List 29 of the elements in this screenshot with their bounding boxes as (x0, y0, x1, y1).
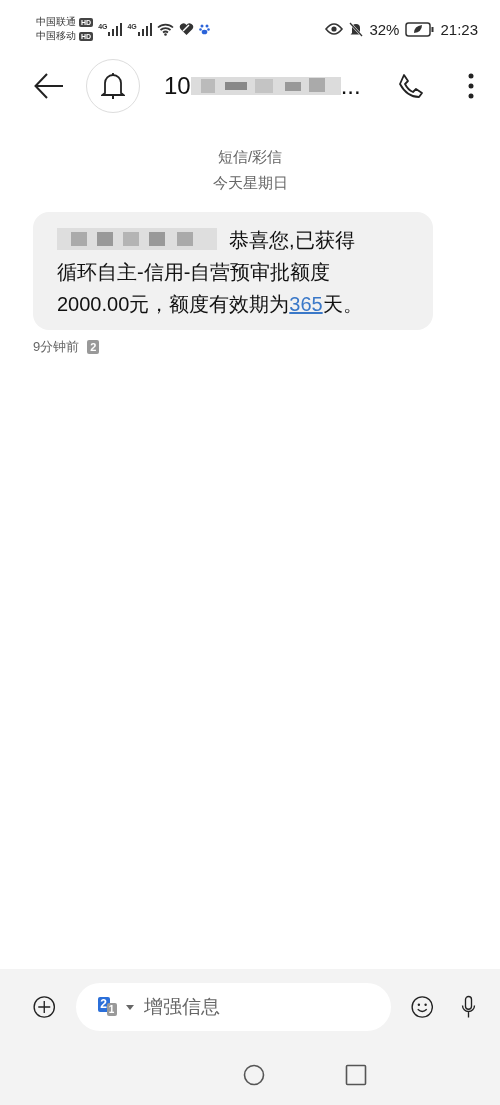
caret-icon (125, 1004, 134, 1010)
bell-icon (101, 72, 125, 100)
eye-icon (325, 23, 344, 35)
sim-badge: 1 (106, 1003, 117, 1016)
heart-icon (178, 22, 194, 36)
carrier-name: 中国移动 (36, 29, 76, 43)
wifi-icon (156, 22, 174, 36)
muted-bell-icon (349, 21, 364, 37)
phone-icon[interactable] (398, 73, 424, 99)
clock-time: 21:23 (440, 20, 478, 38)
date-label: 今天星期日 (211, 173, 289, 193)
message-text: 恭喜您,已获得循环自主-信用-自营预审批额度2000.00元，额度有效期为365天。 (57, 227, 364, 317)
number-link[interactable]: 365 (289, 293, 323, 315)
more-icon[interactable] (468, 73, 474, 99)
contact-title: 10 (164, 72, 191, 100)
recents-button[interactable] (345, 1064, 367, 1086)
signal-icon (137, 22, 152, 36)
battery-icon (405, 21, 435, 37)
signal-icon (108, 22, 123, 36)
paw-icon (198, 23, 210, 35)
message-time: 9分钟前 (33, 338, 80, 356)
back-icon[interactable] (34, 73, 64, 99)
sim-badge: 2 (87, 340, 100, 354)
message-type-label: 短信/彩信 (216, 147, 284, 167)
sim-badge: 2 (97, 997, 110, 1012)
battery-percent: 32% (369, 20, 400, 38)
home-button[interactable] (243, 1064, 265, 1086)
title-ellipsis: ... (340, 72, 361, 100)
carrier-name: 中国联通 (36, 15, 76, 29)
